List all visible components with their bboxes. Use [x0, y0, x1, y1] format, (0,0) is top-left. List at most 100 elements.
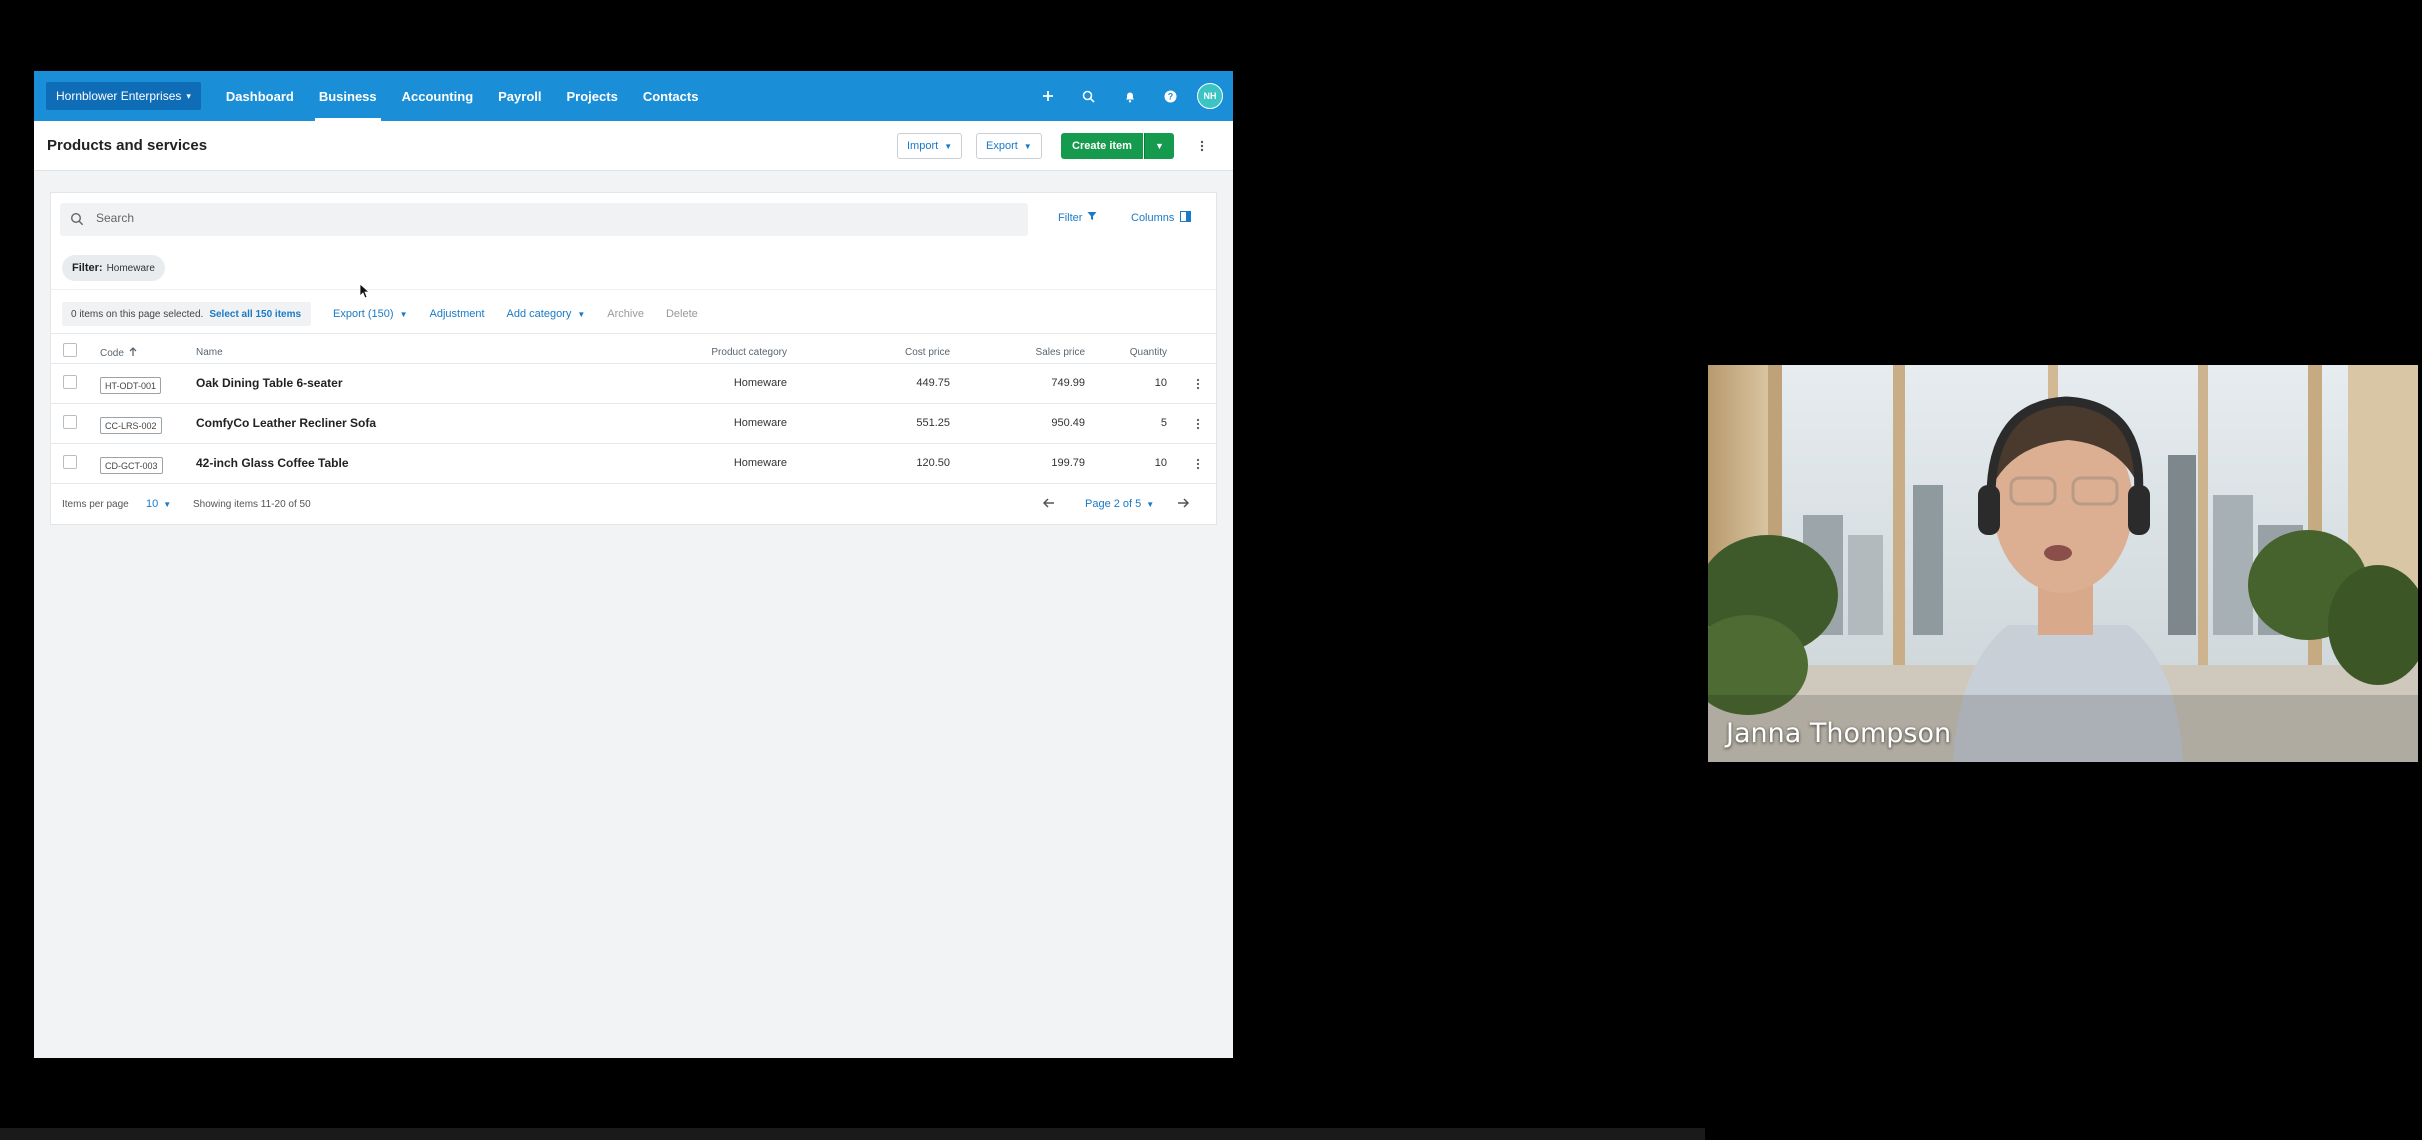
- products-panel: Filter Columns Filter: Homeware 0 items …: [50, 192, 1217, 525]
- table-row[interactable]: CC-LRS-002 ComfyCo Leather Recliner Sofa…: [51, 403, 1216, 443]
- sale-column-header[interactable]: Sales price: [1036, 347, 1085, 358]
- chevron-down-icon: ▼: [163, 499, 172, 509]
- row-checkbox[interactable]: [63, 375, 77, 389]
- archive-label: Archive: [607, 308, 644, 320]
- add-category-button[interactable]: Add category ▼: [507, 308, 586, 320]
- row-checkbox[interactable]: [63, 455, 77, 469]
- bulk-export-button[interactable]: Export (150) ▼: [333, 308, 407, 320]
- search-icon[interactable]: [1068, 71, 1109, 121]
- chevron-down-icon: ▼: [577, 309, 586, 319]
- divider: [51, 289, 1216, 290]
- chevron-down-icon: ▼: [1155, 141, 1164, 151]
- nav-label: Dashboard: [225, 88, 294, 104]
- add-category-label: Add category: [506, 308, 572, 320]
- name-column-header[interactable]: Name: [196, 347, 223, 358]
- search-input[interactable]: [96, 211, 996, 225]
- row-menu-icon[interactable]: [1193, 416, 1203, 432]
- items-per-page-select[interactable]: 10 ▼: [146, 498, 171, 510]
- search-icon: [70, 212, 84, 231]
- quantity: 10: [1154, 457, 1167, 469]
- bulk-actions-bar: 0 items on this page selected. Select al…: [62, 301, 1217, 327]
- nav-icon-group: ? NH: [1027, 71, 1223, 121]
- nav-label: Projects: [566, 88, 618, 104]
- code-column-header[interactable]: Code: [100, 347, 137, 360]
- help-icon[interactable]: ?: [1150, 71, 1191, 121]
- page-select[interactable]: Page 2 of 5 ▼: [1085, 498, 1154, 510]
- category-column-header[interactable]: Product category: [711, 347, 787, 358]
- previous-page-icon[interactable]: [1042, 496, 1056, 513]
- cost-column-header[interactable]: Cost price: [905, 347, 950, 358]
- export-button[interactable]: Export ▼: [976, 133, 1042, 159]
- nav-projects[interactable]: Projects: [567, 71, 618, 121]
- select-all-checkbox[interactable]: [63, 343, 77, 357]
- create-item-label: Create item: [1072, 140, 1132, 152]
- more-options-icon[interactable]: [1194, 133, 1210, 159]
- row-menu-icon[interactable]: [1193, 456, 1203, 472]
- pagination-footer: Items per page 10 ▼ Showing items 11-20 o…: [51, 483, 1216, 525]
- organisation-switcher[interactable]: Hornblower Enterprises ▾: [46, 82, 201, 110]
- sales-price: 950.49: [1051, 417, 1085, 429]
- bell-icon[interactable]: [1109, 71, 1150, 121]
- page-header: Products and services Import ▼ Export ▼ Cr…: [34, 121, 1233, 171]
- filter-button[interactable]: Filter: [1058, 211, 1097, 224]
- code-badge: CC-LRS-002: [100, 417, 162, 434]
- columns-button[interactable]: Columns: [1131, 211, 1192, 225]
- filter-chip-key: Filter:: [72, 262, 103, 274]
- adjustment-button[interactable]: Adjustment: [430, 308, 485, 320]
- plus-icon[interactable]: [1027, 71, 1068, 121]
- funnel-icon: [1087, 211, 1097, 224]
- svg-text:?: ?: [1168, 91, 1174, 101]
- table-row[interactable]: HT-ODT-001 Oak Dining Table 6-seater Hom…: [51, 363, 1216, 403]
- participant-video-tile: Janna Thompson: [1708, 365, 2418, 762]
- import-button[interactable]: Import ▼: [897, 133, 963, 159]
- product-category: Homeware: [733, 417, 787, 429]
- sort-ascending-icon: [129, 347, 137, 360]
- chevron-down-icon: ▼: [1146, 499, 1155, 509]
- sales-price: 749.99: [1051, 377, 1085, 389]
- quantity: 10: [1154, 377, 1167, 389]
- code-header-label: Code: [100, 348, 124, 359]
- select-all-link[interactable]: Select all 150 items: [209, 309, 301, 320]
- nav-business[interactable]: Business: [314, 71, 381, 121]
- items-per-page-value: 10: [146, 498, 159, 510]
- create-item-button[interactable]: Create item: [1061, 133, 1143, 159]
- nav-label: Payroll: [498, 88, 542, 104]
- avatar[interactable]: NH: [1197, 83, 1223, 109]
- row-checkbox[interactable]: [63, 415, 77, 429]
- nav-label: Business: [318, 88, 377, 104]
- nav-accounting[interactable]: Accounting: [402, 71, 474, 121]
- divider: [51, 333, 1216, 334]
- chevron-down-icon: ▼: [399, 309, 408, 319]
- filter-chip[interactable]: Filter: Homeware: [62, 255, 165, 281]
- delete-button[interactable]: Delete: [666, 308, 698, 320]
- product-name[interactable]: Oak Dining Table 6-seater: [196, 376, 343, 390]
- columns-icon: [1180, 211, 1192, 225]
- nav-dashboard[interactable]: Dashboard: [226, 71, 294, 121]
- chevron-down-icon: ▾: [186, 90, 191, 101]
- participant-name: Janna Thompson: [1726, 718, 1952, 749]
- chevron-down-icon: ▼: [1023, 141, 1032, 151]
- create-item-dropdown[interactable]: ▼: [1144, 133, 1174, 159]
- row-menu-icon[interactable]: [1193, 376, 1203, 392]
- adjustment-label: Adjustment: [429, 308, 485, 320]
- product-name[interactable]: ComfyCo Leather Recliner Sofa: [196, 416, 376, 430]
- table-row[interactable]: CD-GCT-003 42-inch Glass Coffee Table Ho…: [51, 443, 1216, 483]
- archive-button[interactable]: Archive: [607, 308, 644, 320]
- columns-label: Columns: [1131, 212, 1175, 224]
- bulk-export-label: Export (150): [333, 308, 394, 320]
- mouse-cursor-icon: [359, 283, 369, 299]
- meeting-bottom-bar: [0, 1128, 1705, 1140]
- filter-label: Filter: [1058, 211, 1083, 224]
- participant-video-feed: [1708, 365, 2418, 762]
- nav-payroll[interactable]: Payroll: [498, 71, 541, 121]
- selection-count: 0 items on this page selected.: [71, 308, 204, 320]
- next-page-icon[interactable]: [1176, 496, 1190, 513]
- nav-contacts[interactable]: Contacts: [643, 71, 699, 121]
- chevron-down-icon: ▼: [944, 141, 953, 151]
- product-category: Homeware: [733, 377, 787, 389]
- quantity-column-header[interactable]: Quantity: [1130, 347, 1167, 358]
- search-box[interactable]: [60, 203, 1028, 236]
- top-navigation: Hornblower Enterprises ▾ Dashboard Busin…: [34, 71, 1233, 121]
- page-title: Products and services: [47, 137, 208, 154]
- product-name[interactable]: 42-inch Glass Coffee Table: [196, 456, 349, 470]
